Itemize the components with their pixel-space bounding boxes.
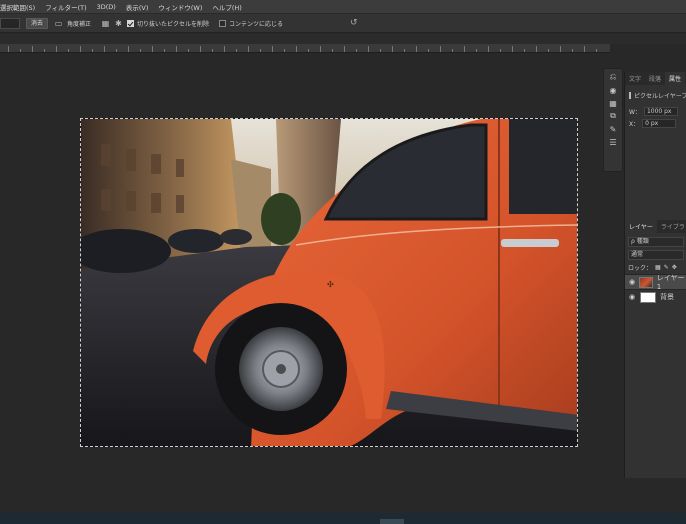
blend-mode-select[interactable]: 通常 (628, 249, 684, 260)
lock-label: ロック： (628, 265, 653, 272)
adjustments-icon[interactable]: ☰ (607, 137, 619, 147)
reset-icon[interactable]: ↺ (350, 18, 358, 28)
menu-help[interactable]: ヘルプ(H) (212, 2, 241, 12)
content-aware-checkbox[interactable] (219, 19, 227, 27)
tab-layers[interactable]: レイヤー (625, 220, 657, 233)
grid-icon[interactable]: ▦ (607, 98, 619, 108)
taskbar-indicator (380, 519, 404, 524)
eye-icon[interactable]: ◉ (629, 293, 637, 301)
lock-move-icon[interactable]: ✥ (672, 264, 677, 271)
document-tab-strip (0, 34, 686, 44)
layer-type-row: ピクセルレイヤープ (625, 89, 686, 101)
ratio-field[interactable] (0, 17, 20, 29)
tab-libraries[interactable]: ライブラリ (657, 222, 686, 233)
3d-icon[interactable]: ◉ (607, 85, 619, 95)
layer-thumbnail (640, 291, 656, 303)
gear-icon[interactable]: ✱ (114, 19, 123, 28)
width-label: W： (629, 108, 641, 116)
delete-cropped-checkbox[interactable] (127, 19, 135, 27)
car-photo: ✣ (81, 119, 577, 446)
content-aware-label: コンテンツに応じる (229, 20, 284, 28)
clear-button[interactable]: 消去 (26, 17, 49, 29)
properties-tabs: 文字 段落 属性 (625, 72, 686, 85)
layer-thumbnail (638, 276, 653, 288)
properties-panel: 文字 段落 属性 ピクセルレイヤープ W： 1000 px X： 0 px (624, 72, 686, 220)
menu-select[interactable]: 選択範囲(S) (0, 2, 35, 12)
lock-transparent-icon[interactable]: ▦ (655, 264, 661, 271)
status-bar (0, 513, 686, 524)
options-bar: 消去 ▭ 角度補正 ▦ ✱ 切り抜いたピクセルを削除 コンテンツに応じる ↺ (0, 14, 686, 33)
layer-type-label: ピクセルレイヤープ (634, 92, 686, 100)
width-row: W： 1000 px (625, 105, 686, 117)
menu-window[interactable]: ウィンドウ(W) (158, 2, 202, 12)
tab-properties[interactable]: 属性 (665, 72, 686, 85)
x-field[interactable]: 0 px (642, 118, 677, 128)
lock-paint-icon[interactable]: ✎ (664, 264, 669, 271)
panel-tool-strip: ⎌ ◉ ▦ ⧉ ✎ ☰ (603, 68, 623, 172)
layers-panel: レイヤー ライブラリ ρ 種類 通常 ロック： ▦ ✎ ✥ ◉ レイヤー 1 ◉… (624, 220, 686, 478)
document-canvas[interactable]: ✣ (80, 118, 578, 447)
history-icon[interactable]: ⎌ (607, 72, 619, 82)
brush-icon[interactable]: ✎ (607, 124, 619, 134)
layers-tabs: レイヤー ライブラリ (625, 220, 686, 233)
menu-bar: 選択範囲(S) フィルター(T) 3D(D) 表示(V) ウィンドウ(W) ヘル… (0, 0, 686, 14)
width-field[interactable]: 1000 px (643, 106, 678, 116)
layer-name: レイヤー 1 (656, 274, 685, 291)
eye-icon[interactable]: ◉ (629, 278, 636, 286)
svg-text:✣: ✣ (327, 280, 334, 289)
x-row: X： 0 px (625, 117, 686, 129)
menu-view[interactable]: 表示(V) (126, 2, 149, 12)
horizontal-ruler (0, 44, 610, 53)
layer-row[interactable]: ◉ レイヤー 1 (625, 274, 686, 291)
layer-name: 背景 (660, 293, 674, 301)
blend-row: 通常 (625, 248, 686, 261)
grid-overlay-icon[interactable]: ▦ (101, 19, 110, 28)
menu-3d[interactable]: 3D(D) (97, 3, 116, 11)
delete-cropped-label: 切り抜いたピクセルを削除 (137, 20, 210, 28)
layer-filter-select[interactable]: ρ 種類 (628, 236, 684, 247)
filter-row: ρ 種類 (625, 235, 686, 248)
straighten-label[interactable]: 角度補正 (67, 19, 91, 28)
tab-paragraph[interactable]: 段落 (645, 74, 665, 85)
straighten-icon[interactable]: ▭ (54, 19, 63, 28)
tab-character[interactable]: 文字 (625, 74, 645, 85)
clone-source-icon[interactable]: ⧉ (607, 111, 619, 121)
menu-filter[interactable]: フィルター(T) (45, 2, 86, 12)
layer-row[interactable]: ◉ 背景 (625, 289, 686, 304)
x-label: X： (629, 120, 640, 128)
pixel-layer-icon (629, 91, 631, 99)
